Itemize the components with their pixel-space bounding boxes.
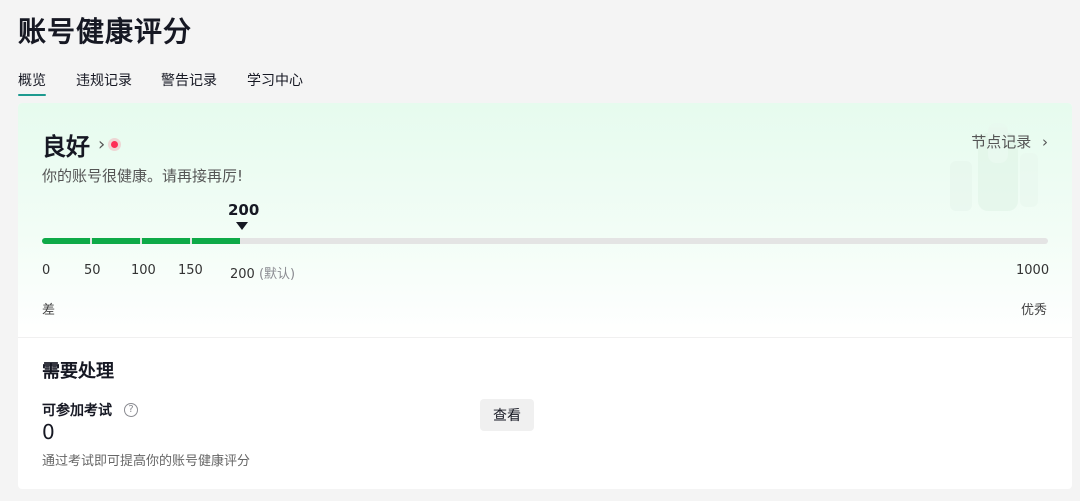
exam-label-row: 可参加考试 ?	[42, 400, 138, 420]
node-record-link[interactable]: 节点记录 ›	[971, 131, 1048, 152]
health-card: 良好 › 你的账号很健康。请再接再厉! 节点记录 › 200 0 50 100 …	[18, 103, 1072, 489]
chevron-right-icon: ›	[1042, 133, 1048, 151]
score-bar-segment	[142, 238, 190, 244]
status-row[interactable]: 良好 ›	[42, 127, 119, 162]
scale-tick: 150	[178, 263, 203, 278]
scale-tick: 100	[131, 263, 156, 278]
exam-count: 0	[42, 420, 55, 444]
view-button[interactable]: 查看	[480, 399, 534, 431]
score-bar-track	[42, 238, 1048, 244]
scale-tick-default: 200 (默认)	[230, 267, 296, 282]
score-bar-segment	[92, 238, 140, 244]
tab-warning-records[interactable]: 警告记录	[161, 70, 217, 90]
exam-label: 可参加考试	[42, 403, 112, 419]
chevron-right-icon: ›	[98, 134, 106, 155]
scale-tick: 0	[42, 263, 51, 278]
health-status: 良好	[42, 133, 90, 161]
score-bar-segment	[192, 238, 240, 244]
score-panel: 良好 › 你的账号很健康。请再接再厉! 节点记录 › 200 0 50 100 …	[18, 103, 1072, 337]
divider	[18, 337, 1072, 338]
node-record-label: 节点记录	[971, 133, 1032, 151]
notification-dot	[111, 141, 119, 148]
scale-tick-max: 1000	[1016, 263, 1050, 278]
tab-violation-records[interactable]: 违规记录	[76, 70, 132, 90]
help-icon[interactable]: ?	[124, 403, 138, 417]
score-bar-segment	[42, 238, 90, 244]
scale-high-label: 优秀	[1021, 303, 1048, 318]
tab-learning-center[interactable]: 学习中心	[247, 70, 303, 90]
scale-low-label: 差	[42, 303, 56, 318]
exam-description: 通过考试即可提高你的账号健康评分	[42, 454, 251, 469]
status-description: 你的账号很健康。请再接再厉!	[42, 167, 244, 185]
scale-tick: 50	[84, 263, 101, 278]
score-marker-arrow-icon	[236, 222, 248, 230]
page-title: 账号健康评分	[18, 15, 193, 48]
tab-overview[interactable]: 概览	[18, 70, 46, 96]
current-score-value: 200	[228, 201, 260, 219]
section-title: 需要处理	[42, 361, 114, 382]
